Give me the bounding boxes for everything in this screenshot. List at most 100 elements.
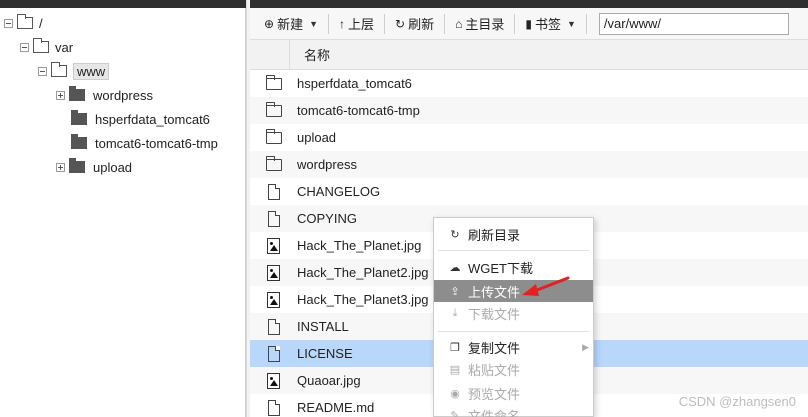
file-icon bbox=[267, 399, 280, 416]
folder-icon bbox=[265, 155, 282, 171]
tree-node-label: var bbox=[55, 39, 74, 55]
file-name: hsperfdata_tomcat6 bbox=[297, 76, 412, 91]
refresh-icon: ↻ bbox=[395, 16, 406, 31]
file-icon-cell bbox=[250, 101, 297, 117]
download-icon: ⤓ bbox=[452, 306, 458, 319]
image-file-icon bbox=[267, 372, 280, 389]
file-name: wordpress bbox=[297, 157, 357, 172]
file-name: COPYING bbox=[297, 211, 357, 226]
tree-node-root[interactable]: / bbox=[4, 13, 43, 33]
file-name: Hack_The_Planet.jpg bbox=[297, 238, 422, 253]
home-dir-button[interactable]: ⌂ 主目录 bbox=[449, 12, 510, 36]
file-icon-cell bbox=[250, 291, 297, 308]
folder-icon bbox=[69, 86, 85, 101]
menu-item-label: 复制文件 bbox=[468, 340, 521, 356]
file-icon-cell bbox=[250, 318, 297, 335]
upload-icon: ⇪ bbox=[450, 285, 460, 298]
file-name: Hack_The_Planet3.jpg bbox=[297, 292, 429, 307]
refresh-icon: ↻ bbox=[450, 228, 460, 241]
file-icon-cell bbox=[250, 345, 297, 362]
image-file-icon bbox=[267, 264, 280, 281]
file-row[interactable]: hsperfdata_tomcat6 bbox=[250, 70, 808, 97]
toolbar: ⊕ 新建 ▼ ↑ 上层 ↻ 刷新 ⌂ 主目录 ▮ 书签 ▼ bbox=[250, 8, 808, 40]
directory-tree: / var www wordpress hsperfdata_tomcat6 t… bbox=[0, 8, 246, 417]
file-name: tomcat6-tomcat6-tmp bbox=[297, 103, 420, 118]
file-icon-cell bbox=[250, 237, 297, 254]
file-name: Quaoar.jpg bbox=[297, 373, 361, 388]
chevron-down-icon: ▼ bbox=[566, 18, 576, 29]
arrow-up-icon: ↑ bbox=[339, 16, 345, 31]
tree-node-label: / bbox=[39, 15, 43, 31]
tree-node-label: hsperfdata_tomcat6 bbox=[95, 111, 210, 127]
tree-panel-titlebar bbox=[0, 0, 246, 8]
menu-item-rename-file[interactable]: ✎ 文件命名 bbox=[434, 404, 593, 417]
menu-item-label: 刷新目录 bbox=[468, 227, 521, 243]
file-row[interactable]: wordpress bbox=[250, 151, 808, 178]
menu-item-label: 文件命名 bbox=[468, 408, 521, 417]
paste-icon: ▤ bbox=[449, 363, 461, 376]
tree-node-label: upload bbox=[93, 159, 133, 175]
files-panel-titlebar bbox=[250, 0, 808, 8]
menu-item-copy-file[interactable]: ❐ 复制文件 ▶ bbox=[434, 336, 593, 358]
menu-item-label: 下载文件 bbox=[468, 306, 521, 322]
menu-item-paste-file[interactable]: ▤ 粘贴文件 bbox=[434, 358, 593, 380]
icon-column-header bbox=[250, 39, 290, 70]
file-row[interactable]: tomcat6-tomcat6-tmp bbox=[250, 97, 808, 124]
annotation-arrow-icon bbox=[522, 276, 570, 296]
tree-node-upload[interactable]: upload bbox=[56, 157, 132, 177]
eye-icon: ◉ bbox=[450, 387, 460, 400]
folder-icon bbox=[265, 101, 282, 117]
file-icon bbox=[267, 318, 280, 335]
menu-item-label: 粘贴文件 bbox=[468, 362, 521, 378]
file-icon-cell bbox=[250, 372, 297, 389]
refresh-label: 刷新 bbox=[408, 17, 435, 32]
name-column-header[interactable]: 名称 bbox=[290, 45, 330, 64]
up-level-button[interactable]: ↑ 上层 bbox=[333, 12, 380, 36]
menu-item-download-file[interactable]: ⤓ 下载文件 bbox=[434, 302, 593, 324]
file-icon-cell bbox=[250, 155, 297, 171]
file-row[interactable]: upload bbox=[250, 124, 808, 151]
file-icon-cell bbox=[250, 399, 297, 416]
file-row[interactable]: CHANGELOG bbox=[250, 178, 808, 205]
tree-node-label-selected: www bbox=[73, 62, 110, 80]
tree-node-var[interactable]: var bbox=[20, 37, 73, 57]
menu-item-refresh-dir[interactable]: ↻ 刷新目录 bbox=[434, 223, 593, 245]
context-menu: ↻ 刷新目录 ☁ WGET下载 ⇪ 上传文件 ⤓ 下载文件 ❐ 复制文件 ▶ ▤… bbox=[433, 217, 594, 417]
chevron-right-icon: ▶ bbox=[582, 341, 589, 352]
collapse-icon[interactable] bbox=[20, 42, 29, 52]
tree-node-tomcat6-tmp[interactable]: tomcat6-tomcat6-tmp bbox=[71, 133, 218, 153]
toolbar-divider bbox=[444, 13, 446, 34]
refresh-button[interactable]: ↻ 刷新 bbox=[389, 12, 440, 36]
cloud-download-icon: ☁ bbox=[449, 261, 461, 274]
new-button[interactable]: ⊕ 新建 ▼ bbox=[258, 12, 324, 36]
menu-item-preview-file[interactable]: ◉ 预览文件 bbox=[434, 382, 593, 404]
bookmark-icon: ▮ bbox=[525, 16, 532, 31]
file-icon-cell bbox=[250, 210, 297, 227]
plus-circle-icon: ⊕ bbox=[264, 16, 275, 31]
expand-icon[interactable] bbox=[56, 162, 65, 172]
file-icon bbox=[267, 210, 280, 227]
menu-item-label: 预览文件 bbox=[468, 386, 521, 402]
tree-node-hsperfdata-tomcat6[interactable]: hsperfdata_tomcat6 bbox=[71, 109, 210, 129]
file-icon-cell bbox=[250, 74, 297, 90]
tree-node-label: wordpress bbox=[93, 87, 153, 103]
tree-node-wordpress[interactable]: wordpress bbox=[56, 85, 153, 105]
file-icon-cell bbox=[250, 128, 297, 144]
tree-node-label: tomcat6-tomcat6-tmp bbox=[95, 135, 218, 151]
file-icon-cell bbox=[250, 264, 297, 281]
home-icon: ⌂ bbox=[455, 16, 463, 31]
chevron-down-icon: ▼ bbox=[309, 18, 318, 29]
tree-node-www[interactable]: www bbox=[38, 61, 110, 81]
collapse-icon[interactable] bbox=[4, 18, 13, 28]
file-name: CHANGELOG bbox=[297, 184, 381, 199]
menu-divider bbox=[438, 331, 589, 332]
bookmark-button[interactable]: ▮ 书签 ▼ bbox=[519, 12, 582, 36]
collapse-icon[interactable] bbox=[38, 66, 47, 76]
file-grid-header: 名称 bbox=[250, 39, 808, 70]
menu-item-label: 上传文件 bbox=[468, 284, 521, 300]
expand-icon[interactable] bbox=[56, 90, 65, 100]
file-name: README.md bbox=[297, 400, 375, 415]
file-icon bbox=[267, 183, 280, 200]
toolbar-divider bbox=[585, 13, 587, 34]
path-input[interactable] bbox=[598, 12, 789, 35]
